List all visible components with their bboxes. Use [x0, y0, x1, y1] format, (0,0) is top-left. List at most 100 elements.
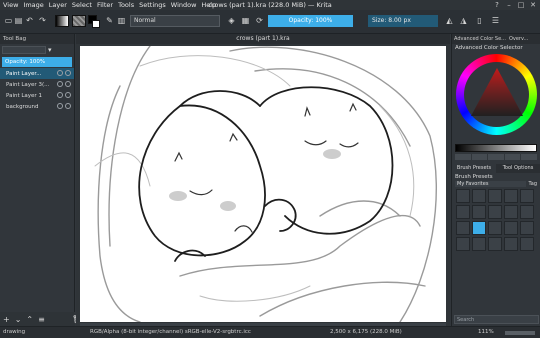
brush-preset[interactable]: [472, 205, 486, 219]
brush-presets-title: Brush Presets: [455, 174, 493, 180]
visibility-icon[interactable]: [57, 103, 63, 109]
history-swatch[interactable]: [521, 154, 537, 160]
size-slider[interactable]: Size: 8.00 px: [368, 15, 438, 27]
brush-preset[interactable]: [488, 205, 502, 219]
wrap-around-icon[interactable]: ▯: [474, 15, 485, 26]
layer-row[interactable]: Paint Layer...: [0, 68, 74, 79]
layer-row[interactable]: Paint Layer 1: [0, 90, 74, 101]
lock-icon[interactable]: [65, 70, 71, 76]
eraser-mode-icon[interactable]: ◈: [226, 15, 237, 26]
lock-icon[interactable]: [65, 81, 71, 87]
history-swatch[interactable]: [488, 154, 504, 160]
properties-icon[interactable]: ≡: [38, 315, 45, 324]
status-color-info: RGB/Alpha (8-bit integer/channel) sRGB-e…: [90, 329, 251, 335]
move-up-icon[interactable]: ⌃: [26, 315, 33, 324]
layer-icons: [57, 81, 71, 87]
open-icon[interactable]: ▤: [13, 15, 24, 26]
canvas-area: crows (part 1).kra: [76, 34, 450, 326]
layer-row[interactable]: Paint Layer 3(...: [0, 79, 74, 90]
brush-preset[interactable]: [488, 221, 502, 235]
layer-name: Paint Layer...: [6, 70, 42, 77]
blend-mode-select[interactable]: Normal: [130, 15, 220, 27]
layer-opacity-slider[interactable]: Opacity: 100%: [2, 57, 72, 67]
history-swatch[interactable]: [471, 154, 488, 160]
brush-preset[interactable]: [456, 189, 470, 203]
minimize-icon[interactable]: –: [505, 1, 513, 9]
brush-preset[interactable]: [504, 205, 518, 219]
undo-icon[interactable]: ↶: [24, 15, 35, 26]
reload-preset-icon[interactable]: ⟳: [254, 15, 265, 26]
brush-preset[interactable]: [520, 237, 534, 251]
color-selector-title: Advanced Color Selector: [455, 45, 523, 51]
status-doc-info: 2,500 x 6,175 (228.0 MiB): [330, 329, 402, 335]
main-toolbar: ▭ ▤ ↶ ↷ ✎ ▥ Normal ◈ ▦ ⟳ Opacity: 100% S…: [0, 10, 540, 34]
status-zoom[interactable]: 111%: [478, 327, 494, 338]
brush-preset[interactable]: [472, 189, 486, 203]
help-icon[interactable]: ?: [493, 1, 501, 9]
history-swatch[interactable]: [455, 154, 471, 160]
brush-preset[interactable]: [456, 237, 470, 251]
lock-icon[interactable]: [65, 92, 71, 98]
preset-search-input[interactable]: Search: [454, 315, 539, 324]
window-title: crows (part 1).kra (228.0 MiB) — Krita: [208, 1, 332, 9]
history-swatch[interactable]: [504, 154, 521, 160]
pattern-swatch[interactable]: [72, 15, 86, 27]
opacity-slider[interactable]: Opacity: 100%: [268, 15, 353, 27]
chevron-down-icon[interactable]: ⌄: [15, 315, 22, 324]
layer-row[interactable]: background: [0, 101, 74, 112]
color-selector[interactable]: [452, 52, 540, 142]
layer-name: background: [6, 103, 39, 110]
brush-preset[interactable]: [504, 237, 518, 251]
window-controls: ? – □ ✕: [493, 1, 537, 9]
preserve-alpha-icon[interactable]: ▦: [240, 15, 251, 26]
brush-preset[interactable]: [504, 189, 518, 203]
tab-brush-presets[interactable]: Brush Presets: [452, 164, 496, 173]
brush-preset[interactable]: [472, 237, 486, 251]
filter-icon[interactable]: ▾: [48, 46, 52, 54]
brush-preset[interactable]: [520, 189, 534, 203]
color-history: [455, 154, 537, 160]
mirror-horizontal-icon[interactable]: ◭: [444, 15, 455, 26]
brush-preset-selected[interactable]: [472, 221, 486, 235]
brush-settings-icon[interactable]: ▥: [116, 15, 127, 26]
lock-icon[interactable]: [65, 103, 71, 109]
redo-icon[interactable]: ↷: [37, 15, 48, 26]
brush-preset[interactable]: [520, 205, 534, 219]
brush-preset-icon[interactable]: ✎: [104, 15, 115, 26]
close-icon[interactable]: ✕: [529, 1, 537, 9]
brush-preset[interactable]: [488, 189, 502, 203]
zoom-slider[interactable]: [505, 331, 535, 335]
brush-preset[interactable]: [456, 205, 470, 219]
layers-docker: Tool Bag ▾ Opacity: 100% Paint Layer... …: [0, 34, 82, 326]
visibility-icon[interactable]: [57, 70, 63, 76]
brush-preset[interactable]: [520, 221, 534, 235]
tab-color-selector[interactable]: Advanced Color Se...: [454, 34, 506, 44]
status-bar: drawing RGB/Alpha (8-bit integer/channel…: [0, 326, 540, 338]
grayscale-bar[interactable]: [455, 144, 537, 152]
mirror-vertical-icon[interactable]: ◮: [458, 15, 469, 26]
preset-filter-select[interactable]: My Favorites: [455, 181, 526, 187]
layer-name: Paint Layer 3(...: [6, 81, 50, 88]
workspace-icon[interactable]: ☰: [490, 15, 501, 26]
visibility-icon[interactable]: [57, 92, 63, 98]
layer-filter-input[interactable]: [2, 46, 46, 54]
maximize-icon[interactable]: □: [517, 1, 525, 9]
background-color-swatch[interactable]: [92, 20, 100, 28]
tab-overview[interactable]: Overv...: [509, 34, 528, 44]
add-layer-icon[interactable]: +: [3, 315, 10, 324]
document-tab[interactable]: crows (part 1).kra: [76, 34, 450, 44]
tab-tool-options[interactable]: Tool Options: [496, 164, 540, 173]
layer-icons: [57, 92, 71, 98]
brush-preset[interactable]: [488, 237, 502, 251]
tag-button[interactable]: Tag: [529, 181, 537, 187]
layer-icons: [57, 70, 71, 76]
gradient-swatch[interactable]: [55, 15, 69, 27]
drawing-canvas[interactable]: [80, 46, 446, 322]
preset-tabs: Brush Presets Tool Options: [452, 164, 540, 173]
layer-toolbar: ▾: [0, 44, 74, 56]
brush-grid: [452, 187, 540, 253]
brush-preset[interactable]: [504, 221, 518, 235]
brush-preset[interactable]: [456, 221, 470, 235]
visibility-icon[interactable]: [57, 81, 63, 87]
panel-header: Tool Bag: [0, 34, 74, 44]
